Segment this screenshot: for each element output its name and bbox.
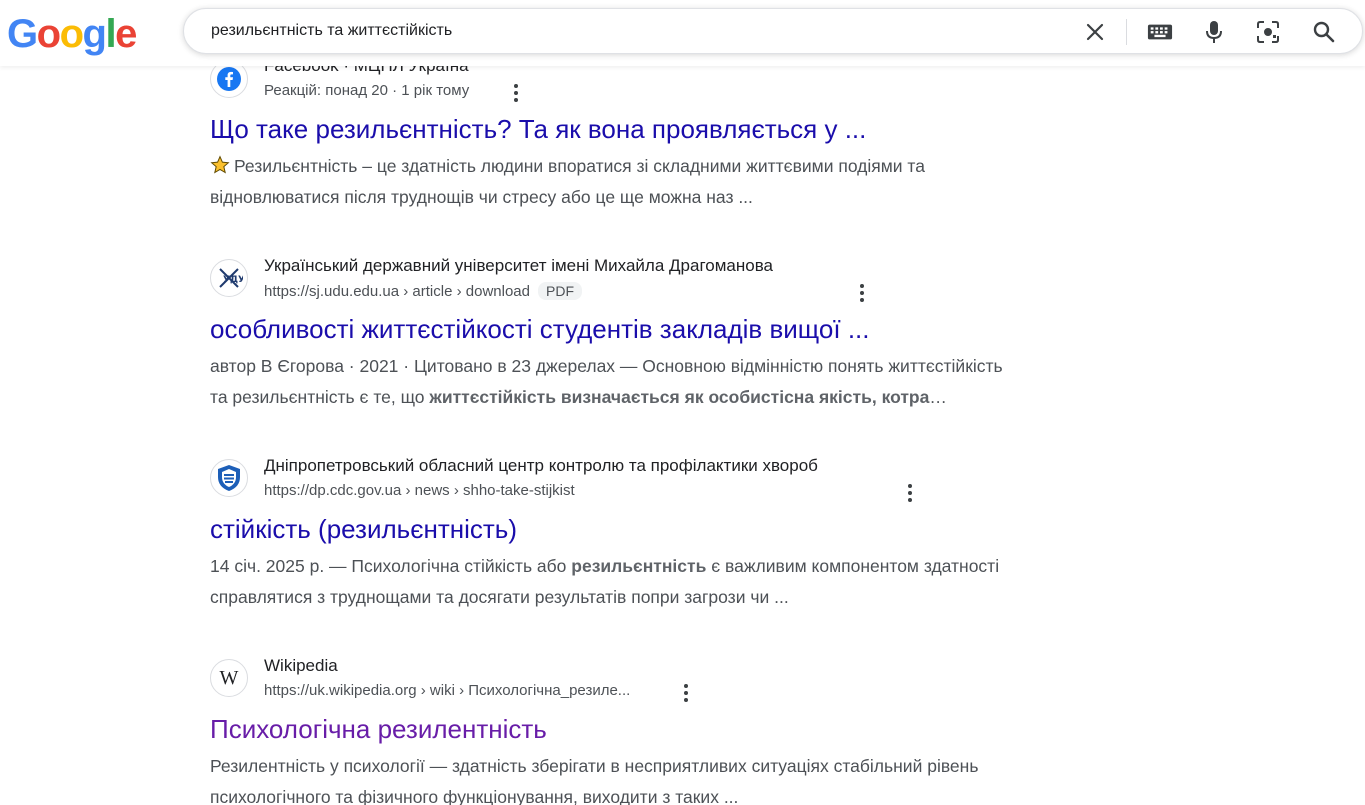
snippet-highlight: життєстійкість визначається як особистіс…	[429, 387, 930, 407]
search-box	[183, 8, 1363, 54]
result-url: https://sj.udu.edu.ua › article › downlo…	[264, 282, 582, 300]
search-icon[interactable]	[1311, 19, 1337, 45]
result-url: https://dp.cdc.gov.ua › news › shho-take…	[264, 482, 575, 499]
reactions-count: Реакцій: понад 20	[264, 82, 388, 99]
result-site-name: Wikipedia	[264, 656, 338, 675]
keyboard-icon[interactable]	[1147, 19, 1173, 45]
snippet-text: та резильєнтність є те, що	[210, 387, 430, 407]
search-header: Google	[0, 0, 1365, 66]
snippet-highlight: резильєнтність	[571, 556, 707, 576]
snippet-line: Резильєнтність – це здатність людини впо…	[234, 156, 925, 176]
post-age: 1 рік тому	[401, 82, 470, 99]
university-favicon-icon: УДУ	[210, 259, 248, 297]
camera-lens-icon[interactable]	[1255, 19, 1281, 45]
result-snippet: Резилентність у психології — здатність з…	[210, 751, 1090, 805]
more-options-icon[interactable]	[676, 681, 696, 705]
result-site-name: Український державний університет імені …	[264, 256, 774, 275]
result-snippet: 14 січ. 2025 р. — Психологічна стійкість…	[210, 551, 1090, 613]
pdf-badge: PDF	[538, 282, 582, 300]
svg-text:УДУ: УДУ	[223, 275, 243, 285]
google-logo[interactable]: Google	[7, 12, 137, 56]
cdc-shield-favicon-icon	[210, 459, 248, 497]
result-title-link[interactable]: Що таке резильєнтність? Та як вона прояв…	[210, 114, 866, 145]
star-icon	[210, 151, 234, 182]
search-input[interactable]	[211, 22, 1071, 40]
result-url-text: https://sj.udu.edu.ua › article › downlo…	[264, 283, 530, 300]
snippet-line: автор В Єгорова · 2021 · Цитовано в 23 д…	[210, 356, 1003, 376]
result-url: https://uk.wikipedia.org › wiki › Психол…	[264, 682, 631, 699]
more-options-icon[interactable]	[506, 81, 526, 105]
result-snippet: Резильєнтність – це здатність людини впо…	[210, 151, 1090, 213]
wikipedia-favicon-icon: W	[210, 659, 248, 697]
result-snippet: автор В Єгорова · 2021 · Цитовано в 23 д…	[210, 351, 1090, 413]
result-meta: Реакцій: понад 20 · 1 рік тому	[264, 82, 469, 99]
snippet-line: психологічного та фізичного функціонуван…	[210, 787, 739, 805]
more-options-icon[interactable]	[852, 281, 872, 305]
more-options-icon[interactable]	[900, 481, 920, 505]
wikipedia-letter: W	[219, 666, 239, 689]
result-title-link[interactable]: особливості життєстійкості студентів зак…	[210, 314, 869, 345]
search-divider	[1126, 19, 1127, 45]
microphone-icon[interactable]	[1201, 19, 1227, 45]
snippet-text: є важливим компонентом здатності	[706, 556, 1000, 576]
snippet-text: 14 січ. 2025 р. — Психологічна стійкість…	[210, 556, 572, 576]
result-title-link[interactable]: стійкість (резильєнтність)	[210, 514, 517, 545]
result-title-link[interactable]: Психологічна резилентність	[210, 714, 547, 745]
clear-icon[interactable]	[1082, 19, 1108, 45]
snippet-line: Резилентність у психології — здатність з…	[210, 756, 979, 776]
result-site-name: Дніпропетровський обласний центр контрол…	[264, 456, 818, 475]
meta-separator: ·	[392, 82, 402, 99]
snippet-text: …	[929, 387, 947, 407]
snippet-line: відновлюватися після труднощів чи стресу…	[210, 187, 753, 207]
snippet-line: справлятися з труднощами та досягати рез…	[210, 587, 789, 607]
